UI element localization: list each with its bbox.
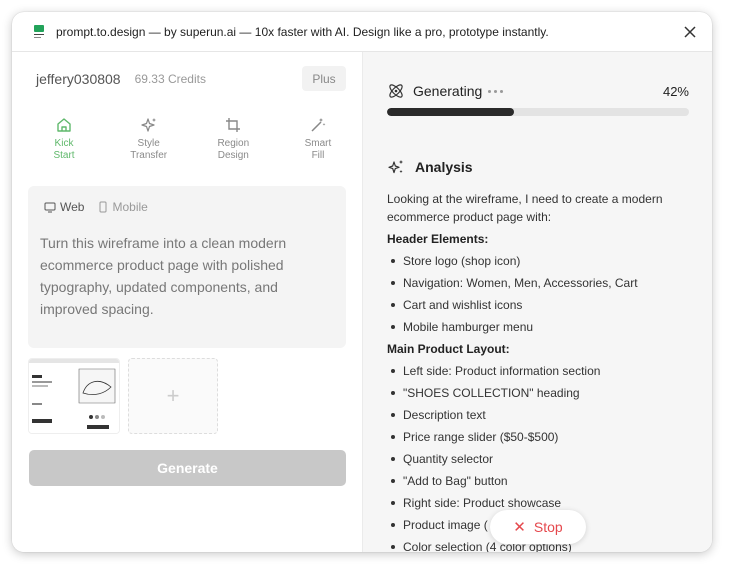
tool-label-line1: Region: [217, 138, 250, 149]
close-button[interactable]: [680, 22, 700, 42]
close-icon: [684, 25, 696, 38]
credits-balance: 69.33 Credits: [134, 72, 206, 86]
tool-label-line2: Transfer: [130, 150, 168, 161]
list-item: Store logo (shop icon): [387, 250, 697, 272]
mode-mobile-label: Mobile: [112, 200, 148, 214]
phone-icon: [99, 201, 107, 213]
left-panel: jeffery030808 69.33 Credits Plus Kick Sta…: [12, 52, 362, 552]
tab-kick-start[interactable]: Kick Start: [32, 116, 96, 176]
add-image-button[interactable]: +: [128, 358, 218, 434]
sparkles-icon: [388, 160, 403, 174]
tool-label-line1: Style: [137, 138, 160, 149]
generate-button[interactable]: Generate: [29, 450, 346, 486]
progress-bar-fill: [387, 108, 514, 116]
device-mode-toggle: Web Mobile: [44, 200, 162, 214]
tool-label-line2: Fill: [311, 150, 325, 161]
section-heading: Main Product Layout:: [387, 342, 510, 356]
magic-wand-icon: [311, 118, 326, 132]
close-x-icon: ✕: [513, 519, 526, 536]
tool-label-line2: Design: [217, 150, 249, 161]
sparkle-icon: [141, 118, 156, 132]
app-window: prompt.to.design — by superun.ai — 10x f…: [12, 12, 712, 552]
title-bar: prompt.to.design — by superun.ai — 10x f…: [12, 12, 712, 52]
status-label: Generating: [413, 83, 483, 99]
analysis-content: Looking at the wireframe, I need to crea…: [387, 190, 697, 552]
list-item: Mobile hamburger menu: [387, 316, 697, 338]
mode-web-label: Web: [60, 200, 85, 214]
tab-region-design[interactable]: Region Design: [201, 116, 265, 176]
analysis-intro: Looking at the wireframe, I need to crea…: [387, 192, 663, 224]
list-item: "Add to Bag" button: [387, 470, 697, 492]
list-item: "SHOES COLLECTION" heading: [387, 382, 697, 404]
plus-plan-button[interactable]: Plus: [302, 66, 346, 91]
monitor-icon: [44, 202, 56, 212]
username: jeffery030808: [36, 71, 121, 87]
tool-label-line1: Smart: [304, 138, 332, 149]
window-title: prompt.to.design — by superun.ai — 10x f…: [56, 24, 549, 39]
section-heading: Header Elements:: [387, 232, 489, 246]
generation-status: Generating 42%: [387, 82, 689, 100]
list-item: Quantity selector: [387, 448, 697, 470]
tab-style-transfer[interactable]: Style Transfer: [117, 116, 181, 176]
list-item: Navigation: Women, Men, Accessories, Car…: [387, 272, 697, 294]
list-item: Description text: [387, 404, 697, 426]
list-item: Cart and wishlist icons: [387, 294, 697, 316]
wireframe-preview-image: [29, 359, 119, 433]
right-panel: Generating 42% Analysis Looking at the w…: [362, 52, 712, 552]
mode-web[interactable]: Web: [44, 200, 84, 214]
app-logo-icon: [32, 23, 46, 40]
progress-bar: [387, 108, 689, 116]
crop-icon: [226, 118, 241, 132]
tool-label-line1: Kick: [54, 138, 74, 149]
tool-tabs: Kick Start Style Transfer Region Design Sma…: [32, 116, 350, 176]
prompt-box[interactable]: Web Mobile Turn this wireframe into a cl…: [28, 186, 346, 348]
list-item: Price range slider ($50-$500): [387, 426, 697, 448]
progress-percent: 42%: [662, 83, 689, 99]
stop-label: Stop: [533, 519, 563, 535]
header-elements-list: Store logo (shop icon) Navigation: Women…: [387, 250, 697, 338]
account-row: jeffery030808 69.33 Credits Plus: [36, 66, 346, 92]
list-item: Left side: Product information section: [387, 360, 697, 382]
tab-smart-fill[interactable]: Smart Fill: [286, 116, 350, 176]
analysis-header: Analysis: [387, 158, 473, 176]
mode-mobile[interactable]: Mobile: [98, 200, 148, 214]
prompt-input[interactable]: Turn this wireframe into a clean modern …: [40, 232, 330, 320]
analysis-title: Analysis: [415, 159, 473, 175]
reference-images: +: [28, 358, 218, 434]
home-icon: [57, 118, 71, 132]
tool-label-line2: Start: [53, 150, 75, 161]
loading-dots-icon: [488, 89, 506, 93]
atom-icon: [389, 84, 403, 98]
wireframe-thumbnail[interactable]: [28, 358, 120, 434]
stop-button[interactable]: ✕ Stop: [490, 510, 586, 544]
